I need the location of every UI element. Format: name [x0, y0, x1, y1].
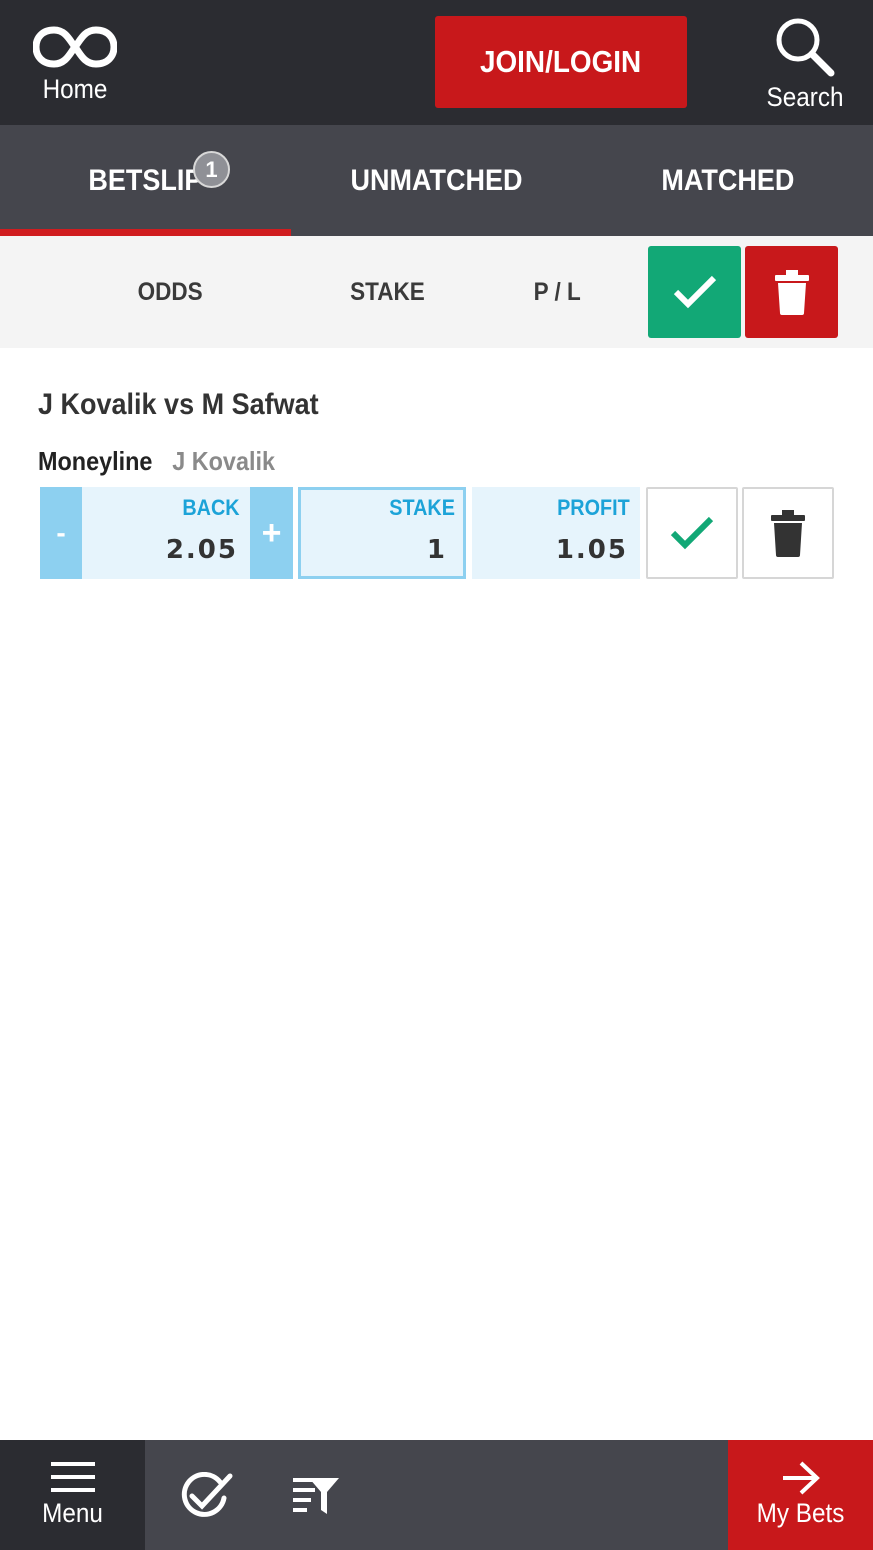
stake-input[interactable]: STAKE 1 [298, 487, 466, 579]
home-button[interactable]: Home [20, 18, 130, 118]
tab-unmatched-label: UNMATCHED [350, 163, 523, 197]
bet-confirm-button[interactable] [646, 487, 738, 579]
market-name: Moneyline [38, 446, 153, 476]
trash-icon [771, 510, 805, 557]
profit-display: PROFIT 1.05 [472, 487, 640, 579]
odds-decrease-button[interactable]: - [40, 487, 82, 579]
trash-icon [774, 270, 809, 315]
top-header: Home JOIN/LOGIN Search [0, 0, 873, 125]
menu-button[interactable]: Menu [0, 1440, 145, 1550]
my-bets-label: My Bets [756, 1498, 845, 1528]
search-button[interactable]: Search [750, 16, 860, 116]
market-row: Moneyline J Kovalik [38, 446, 275, 477]
odds-label: BACK [182, 495, 240, 520]
search-icon [776, 18, 835, 77]
tab-matched[interactable]: MATCHED [582, 125, 873, 236]
column-stake: STAKE [350, 277, 425, 306]
selection-name: J Kovalik [172, 446, 275, 476]
search-label: Search [766, 82, 844, 112]
home-label: Home [42, 74, 108, 104]
stake-label: STAKE [389, 495, 455, 520]
bet-delete-button[interactable] [742, 487, 834, 579]
filter-button[interactable] [285, 1465, 347, 1527]
tab-betslip-label: BETSLIP [88, 163, 203, 197]
betslip-tabs: BETSLIP 1 UNMATCHED MATCHED [0, 125, 873, 236]
arrow-right-icon [782, 1461, 820, 1495]
check-icon [673, 275, 716, 309]
profit-label: PROFIT [557, 495, 630, 520]
odds-value: 2.05 [165, 535, 238, 565]
profit-value: 1.05 [555, 535, 628, 565]
stake-value: 1 [426, 535, 447, 565]
bottom-navigation: Menu My Bets [0, 1440, 873, 1550]
odds-input[interactable]: BACK 2.05 [82, 487, 250, 579]
infinity-logo-icon [33, 26, 117, 68]
menu-label: Menu [42, 1498, 103, 1528]
betslip-count-badge: 1 [193, 151, 230, 188]
delete-all-button[interactable] [745, 246, 838, 338]
confirm-all-button[interactable] [648, 246, 741, 338]
check-circle-icon [181, 1472, 233, 1517]
join-login-label: JOIN/LOGIN [480, 44, 642, 79]
hamburger-icon [50, 1462, 95, 1492]
column-pl: P / L [533, 277, 581, 306]
tab-betslip[interactable]: BETSLIP 1 [0, 125, 291, 236]
join-login-button[interactable]: JOIN/LOGIN [435, 16, 687, 108]
event-title: J Kovalik vs M Safwat [38, 388, 319, 421]
tab-unmatched[interactable]: UNMATCHED [291, 125, 582, 236]
my-bets-button[interactable]: My Bets [728, 1440, 873, 1550]
check-icon [670, 516, 714, 550]
settled-bets-button[interactable] [175, 1465, 237, 1527]
filter-icon [293, 1478, 339, 1514]
odds-increase-button[interactable]: + [250, 487, 293, 579]
column-odds: ODDS [137, 277, 203, 306]
tab-matched-label: MATCHED [660, 163, 794, 197]
column-header-bar: ODDS STAKE P / L [0, 236, 873, 348]
